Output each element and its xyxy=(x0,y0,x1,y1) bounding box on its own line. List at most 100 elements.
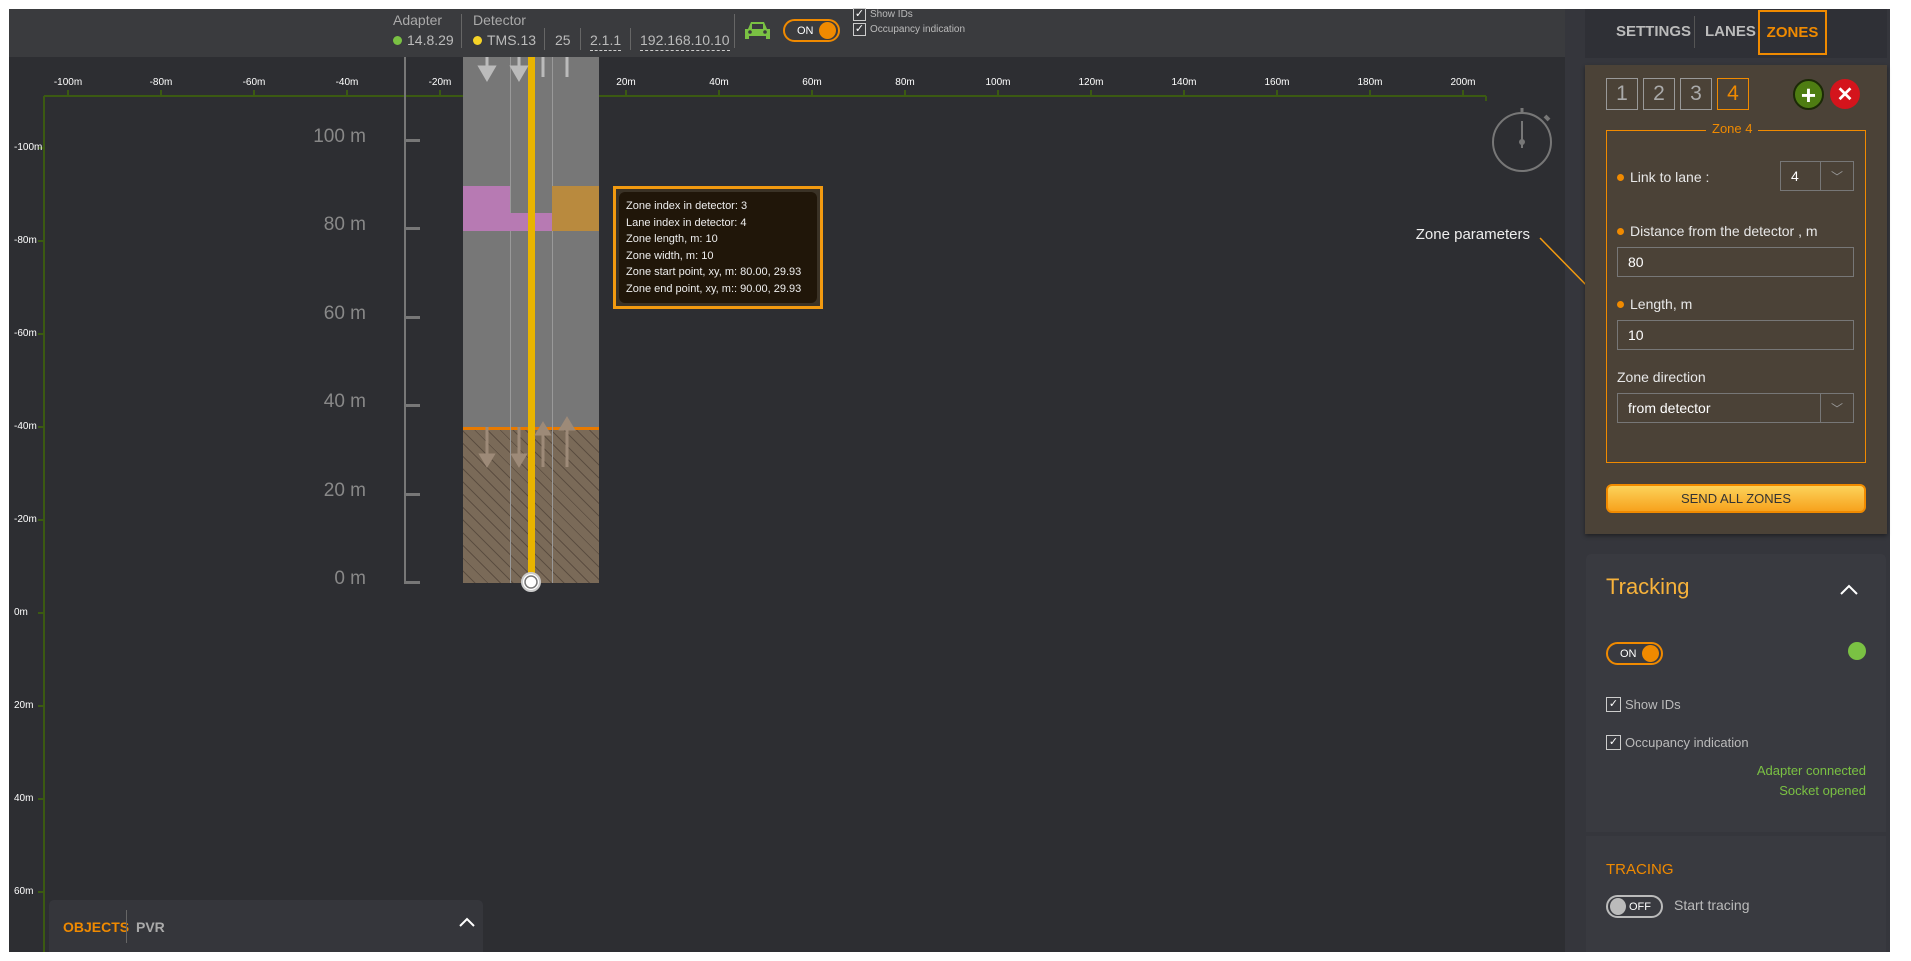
distance-scale-tick xyxy=(404,139,420,142)
tracking-title: Tracking xyxy=(1606,574,1690,599)
x-tick-label: 20m xyxy=(616,77,636,88)
chevron-up-icon[interactable] xyxy=(1839,583,1859,596)
detector-name: TMS.13 xyxy=(473,32,536,48)
distance-scale-tick xyxy=(404,404,420,408)
objects-panel: OBJECTS PVR xyxy=(49,900,483,952)
tooltip-line: Zone end point, xy, m:: 90.00, 29.93 xyxy=(626,282,802,295)
annotation-label: Zone parameters xyxy=(1415,226,1530,243)
tracing-panel xyxy=(1586,836,1886,952)
distance-input[interactable]: 80 xyxy=(1617,247,1854,277)
x-tick-label: 160m xyxy=(1264,77,1290,88)
x-tick-label: -80m xyxy=(149,77,173,88)
chevron-up-icon[interactable] xyxy=(458,916,476,928)
tab-objects[interactable]: OBJECTS xyxy=(63,919,129,935)
tab-settings[interactable]: SETTINGS xyxy=(1616,23,1691,40)
zone-title: Zone 4 xyxy=(1706,121,1759,136)
tracking-status-dot xyxy=(1848,642,1866,660)
distance-scale xyxy=(404,57,406,583)
detector-label: Detector xyxy=(473,12,526,28)
detector-number: 25 xyxy=(555,32,571,48)
tracking-show-ids-checkbox[interactable]: ✓ Show IDs xyxy=(1606,697,1681,712)
zone-button-4[interactable]: 4 xyxy=(1717,78,1749,110)
detector-name-text: TMS.13 xyxy=(487,32,537,48)
occupancy-checkbox[interactable]: ✓ Occupancy indication xyxy=(853,23,965,36)
zone-button-3[interactable]: 3 xyxy=(1680,78,1712,110)
zone-direction-label: Zone direction xyxy=(1617,369,1706,385)
tracking-occupancy-checkbox[interactable]: ✓ Occupancy indication xyxy=(1606,735,1749,750)
show-ids-label: Show IDs xyxy=(1625,697,1681,712)
x-tick-label: 40m xyxy=(709,77,729,88)
occupancy-label: Occupancy indication xyxy=(870,24,966,35)
link-to-lane-select[interactable]: 4 ﹀ xyxy=(1780,161,1854,191)
adapter-version-text: 14.8.29 xyxy=(407,32,454,48)
tracing-title: TRACING xyxy=(1606,861,1674,878)
socket-status-text: Socket opened xyxy=(1779,783,1866,798)
y-tick-label: 0m xyxy=(14,607,28,618)
adapter-status-dot xyxy=(393,35,402,45)
distance-scale-label: 80 m xyxy=(323,214,366,236)
stopwatch-icon[interactable] xyxy=(1490,106,1560,176)
y-tick-label: -40m xyxy=(14,421,37,432)
toggle-knob xyxy=(1610,898,1626,915)
detector-ip[interactable]: 192.168.10.10 xyxy=(640,32,730,51)
y-tick-label: -80m xyxy=(14,235,37,246)
tooltip-line: Lane index in detector: 4 xyxy=(626,216,747,229)
detector-status-dot xyxy=(473,35,482,45)
toggle-knob xyxy=(1642,645,1659,662)
tracing-toggle[interactable]: OFF xyxy=(1606,895,1663,918)
tab-zones[interactable]: ZONES xyxy=(1758,10,1827,55)
firmware-version[interactable]: 2.1.1 xyxy=(590,32,622,51)
x-tick-label: 80m xyxy=(895,77,915,88)
occupancy-label: Occupancy indication xyxy=(1625,735,1749,750)
y-tick-label: 60m xyxy=(14,886,34,897)
distance-label: Distance from the detector , m xyxy=(1617,223,1818,239)
x-tick-label: 100m xyxy=(985,77,1011,88)
y-tick-label: -60m xyxy=(14,328,37,339)
tooltip-line: Zone start point, xy, m: 80.00, 29.93 xyxy=(626,266,802,278)
checkbox-checked-icon: ✓ xyxy=(853,8,866,21)
length-label: Length, m xyxy=(1617,296,1692,312)
x-tick-label: 120m xyxy=(1078,77,1104,88)
adapter-status-text: Adapter connected xyxy=(1756,763,1866,778)
checkbox-checked-icon: ✓ xyxy=(853,23,866,36)
adapter-label: Adapter xyxy=(393,12,443,28)
zone-button-1[interactable]: 1 xyxy=(1606,78,1638,110)
detector-toggle[interactable]: ON xyxy=(783,19,840,42)
distance-scale-label: 0 m xyxy=(334,568,366,589)
adapter-version: 14.8.29 xyxy=(393,32,454,48)
show-ids-label: Show IDs xyxy=(870,9,913,20)
tracking-toggle[interactable]: ON xyxy=(1606,642,1663,665)
chevron-down-icon: ﹀ xyxy=(1820,394,1853,422)
distance-scale-label: 40 m xyxy=(323,391,366,413)
distance-scale-tick xyxy=(404,581,420,584)
delete-zone-icon[interactable]: ✕ xyxy=(1830,79,1860,109)
show-ids-checkbox[interactable]: ✓ Show IDs xyxy=(853,8,913,21)
distance-scale-tick xyxy=(404,492,420,496)
y-tick-label: 20m xyxy=(14,700,34,711)
checkbox-checked-icon: ✓ xyxy=(1606,697,1621,712)
send-all-zones-button[interactable]: SEND ALL ZONES xyxy=(1606,484,1866,513)
zone-direction-select[interactable]: from detector ﹀ xyxy=(1617,393,1854,423)
checkbox-checked-icon: ✓ xyxy=(1606,735,1621,750)
lane-arrows xyxy=(477,57,576,592)
zone-button-2[interactable]: 2 xyxy=(1643,78,1675,110)
length-input[interactable]: 10 xyxy=(1617,320,1854,350)
y-tick-label: -20m xyxy=(14,514,37,525)
select-value: 4 xyxy=(1791,168,1799,184)
distance-scale-label: 100 m xyxy=(313,126,366,147)
distance-scale-label: 20 m xyxy=(323,479,366,501)
tooltip-line: Zone index in detector: 3 xyxy=(626,200,748,212)
tab-lanes[interactable]: LANES xyxy=(1705,23,1756,40)
x-tick-label: 140m xyxy=(1171,77,1197,88)
add-zone-icon[interactable]: + xyxy=(1793,79,1824,110)
y-tick-label: -100m xyxy=(14,142,43,153)
toggle-label: ON xyxy=(1620,647,1637,660)
x-tick-label: 60m xyxy=(802,77,822,88)
x-tick-label: 200m xyxy=(1450,77,1476,88)
distance-scale-label: 60 m xyxy=(323,302,366,324)
select-value: from detector xyxy=(1628,400,1711,416)
x-tick-label: -20m xyxy=(428,77,452,88)
x-tick-label: -40m xyxy=(335,77,359,88)
tab-pvr[interactable]: PVR xyxy=(136,919,165,935)
car-icon[interactable] xyxy=(744,20,771,42)
